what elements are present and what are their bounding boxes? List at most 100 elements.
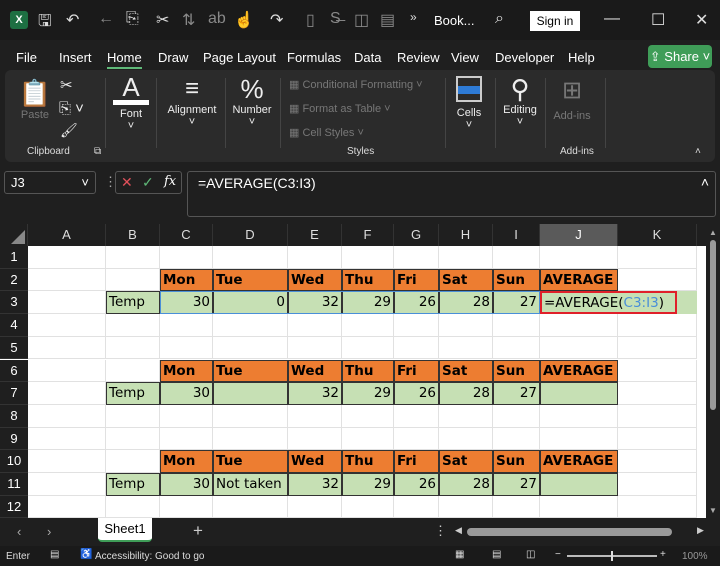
column-header-c[interactable]: C xyxy=(160,224,213,246)
next-sheet-icon[interactable]: › xyxy=(47,524,51,539)
row-header-4[interactable]: 4 xyxy=(0,314,28,337)
cell-i6[interactable]: Sun xyxy=(493,359,540,383)
cell-d9[interactable] xyxy=(213,427,288,451)
scroll-down-icon[interactable]: ▼ xyxy=(709,506,717,515)
scroll-left-icon[interactable]: ◀ xyxy=(455,525,462,536)
cell-b8[interactable] xyxy=(106,404,160,428)
cell-e2[interactable]: Wed xyxy=(288,268,342,292)
form-icon[interactable]: ▤ xyxy=(380,10,395,30)
cell-h5[interactable] xyxy=(439,336,493,360)
page-layout-view-icon[interactable]: ▤ xyxy=(492,549,501,560)
cell-h6[interactable]: Sat xyxy=(439,359,493,383)
cell-h10[interactable]: Sat xyxy=(439,450,493,473)
cell-j5[interactable] xyxy=(540,336,618,360)
row-header-2[interactable]: 2 xyxy=(0,268,28,292)
cell-b10[interactable] xyxy=(106,450,160,473)
cell-c8[interactable] xyxy=(160,404,213,428)
cell-g9[interactable] xyxy=(394,427,439,451)
cell-j10[interactable]: AVERAGE xyxy=(540,450,618,473)
cell-f9[interactable] xyxy=(342,427,394,451)
cell-k10[interactable] xyxy=(618,450,697,473)
cell-a4[interactable] xyxy=(28,314,106,337)
cancel-icon[interactable]: ✕ xyxy=(121,174,133,191)
zoom-slider[interactable] xyxy=(567,551,657,561)
tab-home[interactable]: Home xyxy=(107,50,142,69)
cell-a9[interactable] xyxy=(28,427,106,451)
close-icon[interactable]: ✕ xyxy=(695,10,708,30)
cell-k6[interactable] xyxy=(618,359,697,383)
cell-h8[interactable] xyxy=(439,404,493,428)
cell-g5[interactable] xyxy=(394,336,439,360)
cell-k5[interactable] xyxy=(618,336,697,360)
cell-k9[interactable] xyxy=(618,427,697,451)
cut-icon[interactable]: ✂ xyxy=(156,10,169,30)
camera-icon[interactable]: ◫ xyxy=(354,10,369,30)
cell-a1[interactable] xyxy=(28,246,106,269)
row-header-12[interactable]: 12 xyxy=(0,495,28,518)
sign-in-button[interactable]: Sign in xyxy=(530,11,580,31)
column-header-g[interactable]: G xyxy=(394,224,439,246)
cell-b1[interactable] xyxy=(106,246,160,269)
cell-e5[interactable] xyxy=(288,336,342,360)
cell-g8[interactable] xyxy=(394,404,439,428)
row-header-6[interactable]: 6 xyxy=(0,359,28,383)
zoom-in-icon[interactable]: + xyxy=(660,549,666,560)
cell-h3[interactable]: 28 xyxy=(439,291,493,315)
cell-e4[interactable] xyxy=(288,314,342,337)
zoom-level[interactable]: 100% xyxy=(682,551,708,562)
cell-g11[interactable]: 26 xyxy=(394,473,439,496)
cell-g12[interactable] xyxy=(394,495,439,518)
tab-insert[interactable]: Insert xyxy=(59,50,92,65)
cell-i5[interactable] xyxy=(493,336,540,360)
cell-e3[interactable]: 32 xyxy=(288,291,342,315)
more-options-icon[interactable]: ⋮ xyxy=(434,523,447,539)
more-commands-icon[interactable]: » xyxy=(410,10,417,24)
cell-h4[interactable] xyxy=(439,314,493,337)
cell-f10[interactable]: Thu xyxy=(342,450,394,473)
cell-h11[interactable]: 28 xyxy=(439,473,493,496)
cell-i11[interactable]: 27 xyxy=(493,473,540,496)
cell-e6[interactable]: Wed xyxy=(288,359,342,383)
vertical-scrollbar[interactable]: ▲ ▼ xyxy=(706,224,720,518)
cell-h12[interactable] xyxy=(439,495,493,518)
strikethrough-icon[interactable]: S̶ xyxy=(330,10,341,28)
cell-e8[interactable] xyxy=(288,404,342,428)
add-sheet-icon[interactable]: + xyxy=(193,521,203,541)
column-header-d[interactable]: D xyxy=(213,224,288,246)
column-header-b[interactable]: B xyxy=(106,224,160,246)
cell-e7[interactable]: 32 xyxy=(288,382,342,405)
cell-g10[interactable]: Fri xyxy=(394,450,439,473)
number-button[interactable]: % Number ˅ xyxy=(227,74,277,128)
cell-g7[interactable]: 26 xyxy=(394,382,439,405)
vertical-scroll-thumb[interactable] xyxy=(710,240,716,410)
cell-a12[interactable] xyxy=(28,495,106,518)
cell-d6[interactable]: Tue xyxy=(213,359,288,383)
zoom-slider-thumb[interactable] xyxy=(611,551,613,561)
cell-a5[interactable] xyxy=(28,336,106,360)
cells-button[interactable]: Cells ˅ xyxy=(451,76,487,131)
undo-icon[interactable]: ↶ xyxy=(66,10,79,30)
cell-k2[interactable] xyxy=(618,268,697,292)
cell-c2[interactable]: Mon xyxy=(160,268,213,292)
row-header-5[interactable]: 5 xyxy=(0,336,28,360)
cell-d5[interactable] xyxy=(213,336,288,360)
back-icon[interactable]: ← xyxy=(98,10,114,28)
cell-j12[interactable] xyxy=(540,495,618,518)
cell-k4[interactable] xyxy=(618,314,697,337)
alignment-button[interactable]: ≡ Alignment ˅ xyxy=(160,74,224,128)
cell-f5[interactable] xyxy=(342,336,394,360)
cell-f12[interactable] xyxy=(342,495,394,518)
cell-c10[interactable]: Mon xyxy=(160,450,213,473)
cell-d10[interactable]: Tue xyxy=(213,450,288,473)
cell-g6[interactable]: Fri xyxy=(394,359,439,383)
editing-button[interactable]: ⚲ Editing ˅ xyxy=(499,74,541,128)
cell-d2[interactable]: Tue xyxy=(213,268,288,292)
cell-c1[interactable] xyxy=(160,246,213,269)
cell-a10[interactable] xyxy=(28,450,106,473)
tab-draw[interactable]: Draw xyxy=(158,50,188,65)
cell-f2[interactable]: Thu xyxy=(342,268,394,292)
sort-icon[interactable]: ⇅ xyxy=(182,10,195,30)
cell-f8[interactable] xyxy=(342,404,394,428)
cell-c12[interactable] xyxy=(160,495,213,518)
cell-f11[interactable]: 29 xyxy=(342,473,394,496)
